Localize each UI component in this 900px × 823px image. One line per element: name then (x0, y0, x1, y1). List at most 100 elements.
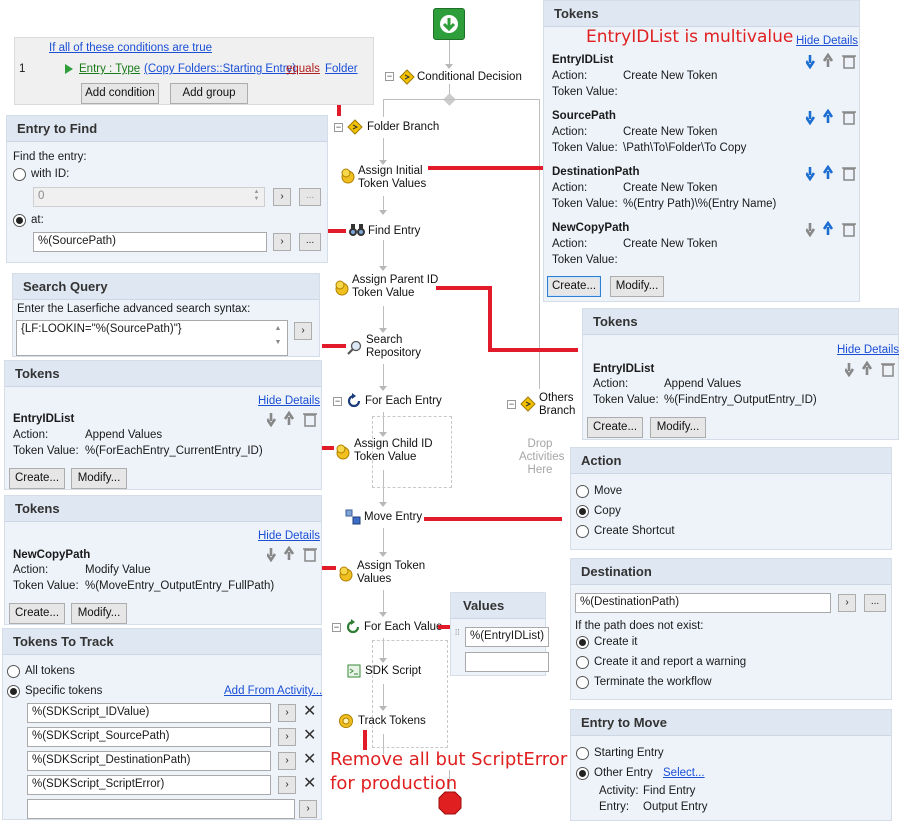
activity-value: Find Entry (643, 785, 696, 797)
token-value: %(Entry Path)\%(Entry Name) (623, 198, 777, 210)
red-link (322, 446, 334, 450)
create-token-button[interactable]: Create... (587, 417, 643, 438)
start-icon[interactable] (433, 8, 465, 40)
collapse-others-branch[interactable]: − (507, 400, 516, 409)
add-condition-button[interactable]: Add condition (81, 83, 159, 104)
activity-search-repository[interactable]: Search Repository (366, 334, 421, 360)
at-radio[interactable] (13, 214, 26, 227)
create-it-radio[interactable] (576, 636, 589, 649)
condition-operator-link[interactable]: equals (286, 63, 320, 75)
condition-value-link[interactable]: Folder (325, 63, 358, 75)
activity-assign-child-id[interactable]: Assign Child ID Token Value (354, 438, 433, 464)
create-token-button[interactable]: Create... (9, 468, 65, 489)
other-entry-radio[interactable] (576, 767, 589, 780)
token-action-value: Append Values (664, 378, 742, 390)
create-token-button[interactable]: Create... (547, 276, 601, 297)
search-query-textarea[interactable]: {LF:LOOKIN="%(SourcePath)"} (16, 320, 288, 356)
token-action-label: Action: (593, 378, 629, 390)
remove-token-icon[interactable]: ✕ (303, 728, 316, 744)
collapse-for-each-value[interactable]: − (332, 623, 341, 632)
arrow (379, 210, 387, 215)
path-browse-button[interactable]: ... (299, 233, 321, 251)
tracked-token-input[interactable]: %(SDKScript_IDValue) (27, 703, 271, 723)
select-entry-link[interactable]: Select... (663, 767, 705, 779)
label-line: Assign Token (357, 560, 426, 572)
path-token-button[interactable]: › (273, 233, 291, 251)
conditions-header-link[interactable]: If all of these conditions are true (49, 42, 212, 54)
activity-move-entry[interactable]: Move Entry (364, 511, 422, 524)
starting-entry-radio[interactable] (576, 747, 589, 760)
token-row-actions (265, 545, 321, 563)
tracked-token-input[interactable]: %(SDKScript_ScriptError) (27, 775, 271, 795)
tracked-token-input-empty[interactable] (27, 799, 295, 819)
red-link (424, 517, 562, 521)
copy-radio[interactable] (576, 505, 589, 518)
remove-token-icon[interactable]: ✕ (303, 704, 316, 720)
entry-value: Output Entry (643, 801, 708, 813)
add-from-activity-link[interactable]: Add From Activity... (224, 685, 322, 697)
id-browse-button[interactable]: ... (299, 188, 321, 206)
destination-path-input[interactable]: %(DestinationPath) (575, 593, 831, 613)
activity-assign-token-values[interactable]: Assign Token Values (357, 560, 425, 586)
activity-conditional-decision[interactable]: Conditional Decision (417, 71, 522, 84)
hide-details-link[interactable]: Hide Details (796, 35, 858, 47)
red-link (322, 344, 346, 348)
modify-token-button[interactable]: Modify... (71, 603, 127, 624)
collapse-conditional-decision[interactable]: − (385, 72, 394, 81)
entry-id-input[interactable]: 0 (33, 187, 265, 207)
entry-path-input[interactable]: %(SourcePath) (33, 232, 267, 252)
tracked-token-picker[interactable]: › (278, 728, 296, 746)
activity-for-each-entry[interactable]: For Each Entry (365, 395, 442, 408)
activity-track-tokens[interactable]: Track Tokens (358, 715, 426, 728)
drag-handle-icon[interactable]: ⁞⁞ (455, 629, 461, 643)
create-report-warning-radio[interactable] (576, 656, 589, 669)
create-shortcut-radio[interactable] (576, 525, 589, 538)
activity-for-each-value[interactable]: For Each Value (364, 621, 442, 634)
remove-token-icon[interactable]: ✕ (303, 752, 316, 768)
activity-assign-parent-id[interactable]: Assign Parent ID Token Value (352, 274, 438, 300)
terminate-workflow-radio[interactable] (576, 676, 589, 689)
tracked-token-picker[interactable]: › (299, 800, 317, 818)
values-new-item-input[interactable] (465, 652, 549, 672)
remove-token-icon[interactable]: ✕ (303, 776, 316, 792)
search-query-token-button[interactable]: › (294, 322, 312, 340)
collapse-for-each-entry[interactable]: − (333, 397, 342, 406)
drop-activities-placeholder[interactable]: Drop Activities Here (519, 438, 564, 477)
move-radio[interactable] (576, 485, 589, 498)
hide-details-link[interactable]: Hide Details (837, 344, 899, 356)
condition-field-link[interactable]: Entry : Type (79, 63, 140, 75)
collapse-folder-branch[interactable]: − (334, 123, 343, 132)
with-id-radio[interactable] (13, 168, 26, 181)
condition-source-link[interactable]: (Copy Folders::Starting Entry) (144, 63, 296, 75)
modify-token-button[interactable]: Modify... (650, 417, 706, 438)
id-token-button[interactable]: › (273, 188, 291, 206)
tracked-token-input[interactable]: %(SDKScript_SourcePath) (27, 727, 271, 747)
activity-assign-initial-token-values[interactable]: Assign Initial Token Values (358, 165, 426, 191)
id-spinner[interactable]: ▲ ▼ (251, 189, 262, 205)
textarea-scrollbar[interactable]: ▲ ▼ (271, 322, 285, 354)
activity-find-entry[interactable]: Find Entry (368, 225, 420, 238)
tracked-token-picker[interactable]: › (278, 752, 296, 770)
hide-details-link[interactable]: Hide Details (258, 530, 320, 542)
assign-token-icon (340, 168, 356, 184)
tracked-token-picker[interactable]: › (278, 776, 296, 794)
token-row-actions (804, 52, 860, 70)
specific-tokens-radio[interactable] (7, 685, 20, 698)
if-not-exist-label: If the path does not exist: (575, 620, 704, 632)
add-group-button[interactable]: Add group (170, 83, 248, 104)
tracked-token-input[interactable]: %(SDKScript_DestinationPath) (27, 751, 271, 771)
hide-details-link[interactable]: Hide Details (258, 395, 320, 407)
entry-to-find-panel: Entry to Find Find the entry: with ID: 0… (6, 115, 328, 263)
modify-token-button[interactable]: Modify... (610, 276, 664, 297)
tokens-panel-parent-id: Tokens Hide Details EntryIDList Action: … (582, 308, 899, 440)
tracked-token-picker[interactable]: › (278, 704, 296, 722)
activity-others-branch[interactable]: Others Branch (539, 392, 575, 418)
modify-token-button[interactable]: Modify... (71, 468, 127, 489)
destination-token-button[interactable]: › (838, 594, 856, 612)
create-token-button[interactable]: Create... (9, 603, 65, 624)
destination-browse-button[interactable]: ... (864, 594, 886, 612)
activity-sdk-script[interactable]: SDK Script (365, 665, 421, 678)
activity-folder-branch[interactable]: Folder Branch (367, 121, 439, 134)
all-tokens-radio[interactable] (7, 665, 20, 678)
values-item-input[interactable]: %(EntryIDList) (465, 627, 549, 647)
